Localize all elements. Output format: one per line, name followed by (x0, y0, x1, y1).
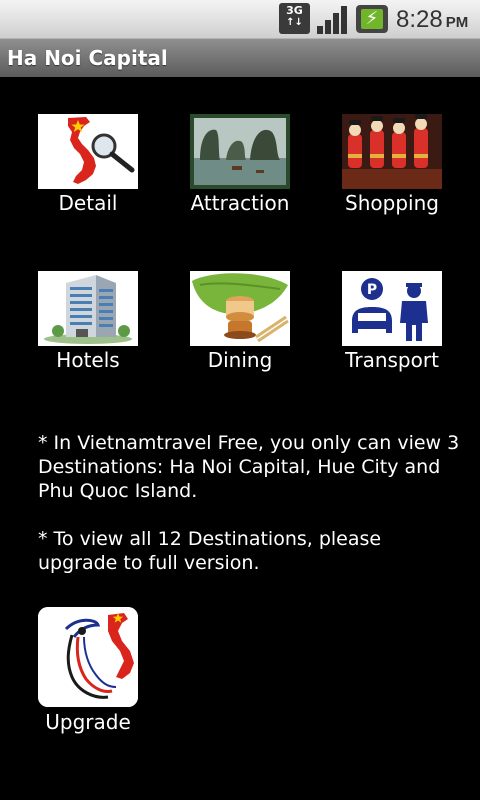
halong-bay-photo (190, 114, 290, 189)
upgrade-button[interactable]: Upgrade (38, 607, 138, 735)
status-bar: 3G ↑↓ ⚡ 8:28 PM (0, 0, 480, 38)
svg-text:P: P (367, 282, 377, 298)
menu-label-transport: Transport (345, 348, 439, 372)
menu-label-hotels: Hotels (56, 348, 120, 372)
free-version-notice: * In Vietnamtravel Free, you only can vi… (38, 432, 460, 502)
water-puppets-photo (342, 114, 442, 189)
transport-parking-icon: P (342, 271, 442, 346)
data-arrows-icon: ↑↓ (286, 17, 303, 28)
upgrade-dancer-icon (38, 607, 138, 707)
network-3g-icon: 3G ↑↓ (279, 3, 310, 34)
dining-dish-icon (190, 271, 290, 346)
menu-label-detail: Detail (58, 191, 118, 215)
vietnam-map-magnifier-icon (38, 114, 138, 189)
clock-ampm: PM (445, 14, 469, 31)
hotel-building-icon (38, 271, 138, 346)
battery-charging-icon: ⚡ (356, 5, 388, 33)
clock-time: 8:28 (396, 6, 443, 33)
page-title: Ha Noi Capital (7, 46, 168, 70)
upgrade-notice: * To view all 12 Destinations, please up… (38, 528, 382, 574)
upgrade-label: Upgrade (45, 710, 131, 734)
menu-label-shopping: Shopping (345, 191, 439, 215)
signal-strength-icon (317, 6, 347, 34)
menu-label-attraction: Attraction (190, 191, 290, 215)
title-bar: Ha Noi Capital (0, 38, 480, 77)
network-type-label: 3G (286, 4, 303, 17)
clock: 8:28 PM (396, 5, 468, 35)
menu-label-dining: Dining (207, 348, 273, 372)
